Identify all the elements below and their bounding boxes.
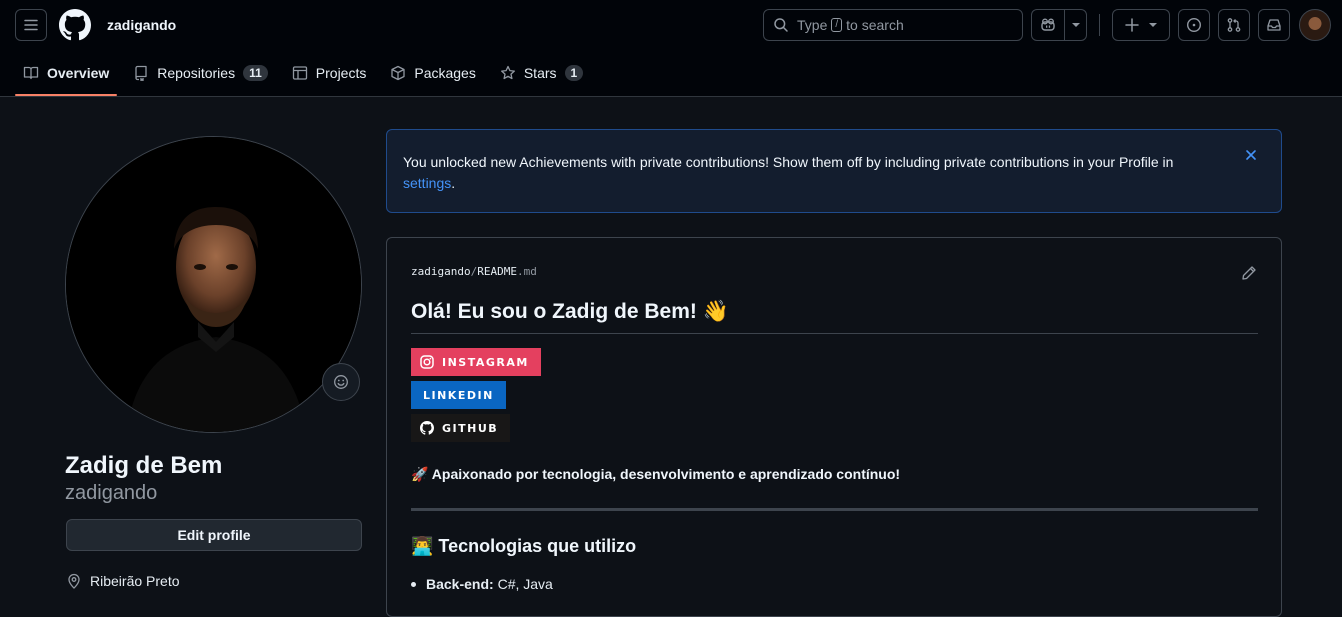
- triangle-down-icon: [1071, 23, 1080, 27]
- hamburger-icon: [24, 19, 38, 31]
- github-icon: [420, 421, 434, 435]
- issues-button[interactable]: [1178, 9, 1210, 41]
- bullet: [411, 581, 416, 587]
- package-icon: [391, 65, 406, 81]
- git-pull-request-icon: [1227, 18, 1241, 32]
- banner-period: .: [451, 175, 456, 191]
- menu-button[interactable]: [15, 9, 47, 41]
- create-new-button[interactable]: [1112, 9, 1170, 41]
- close-icon: [1246, 150, 1256, 160]
- tab-label: Overview: [47, 65, 110, 81]
- tab-label: Packages: [414, 65, 476, 81]
- banner-message: You unlocked new Achievements with priva…: [403, 152, 1203, 194]
- linkedin-badge[interactable]: LINKEDIN: [411, 381, 506, 409]
- location-icon: [68, 573, 80, 589]
- copilot-icon: [1041, 18, 1055, 31]
- search-icon: [774, 18, 788, 32]
- repositories-count: 11: [243, 65, 268, 81]
- copilot-button[interactable]: [1032, 10, 1065, 40]
- triangle-down-icon: [1149, 23, 1157, 27]
- achievements-banner: You unlocked new Achievements with priva…: [386, 129, 1282, 213]
- context-username[interactable]: zadigando: [107, 17, 176, 33]
- settings-link[interactable]: settings: [403, 175, 451, 191]
- issue-opened-icon: [1186, 17, 1202, 33]
- github-badge[interactable]: GITHUB: [411, 414, 511, 442]
- pencil-icon: [1242, 266, 1256, 280]
- divider: [411, 508, 1258, 511]
- list-item-value: C#, Java: [497, 576, 553, 592]
- profile-avatar[interactable]: [65, 136, 362, 433]
- tab-overview[interactable]: Overview: [15, 58, 118, 96]
- inbox-button[interactable]: [1258, 9, 1290, 41]
- dismiss-banner-button[interactable]: [1245, 149, 1257, 161]
- set-status-button[interactable]: [322, 363, 360, 401]
- pull-requests-button[interactable]: [1218, 9, 1250, 41]
- table-icon: [292, 66, 307, 80]
- edit-profile-button[interactable]: Edit profile: [66, 519, 362, 551]
- tab-label: Stars: [523, 65, 557, 81]
- tab-repositories[interactable]: Repositories 11: [125, 58, 276, 88]
- profile-readme: zadigando/README.md Olá! Eu sou o Zadig …: [386, 237, 1282, 617]
- search-placeholder-prefix: Type: [797, 17, 828, 33]
- repo-icon: [135, 65, 147, 81]
- book-icon: [23, 66, 39, 80]
- badge-label: GITHUB: [442, 421, 499, 435]
- stars-count: 1: [564, 65, 584, 81]
- badge-label: LINKEDIN: [423, 388, 494, 402]
- smiley-icon: [334, 375, 348, 389]
- divider: [1099, 14, 1100, 36]
- global-header: zadigando Type / to search Overview Repo…: [0, 0, 1342, 97]
- badge-label: INSTAGRAM: [442, 355, 529, 369]
- list-item-label: Back-end:: [426, 576, 494, 592]
- user-avatar-button[interactable]: [1299, 9, 1331, 41]
- location-text: Ribeirão Preto: [90, 573, 180, 589]
- tab-stars[interactable]: Stars 1: [492, 58, 591, 88]
- readme-tagline: 🚀 Apaixonado por tecnologia, desenvolvim…: [411, 466, 901, 482]
- readme-file-ext: .md: [516, 265, 537, 278]
- tab-label: Projects: [315, 65, 367, 81]
- instagram-icon: [420, 355, 434, 369]
- tech-heading: 👨‍💻 Tecnologias que utilizo: [411, 536, 637, 556]
- plus-icon: [1125, 18, 1139, 32]
- readme-heading: Olá! Eu sou o Zadig de Bem! 👋: [411, 300, 1258, 334]
- tab-label: Repositories: [157, 65, 236, 81]
- tab-projects[interactable]: Projects: [284, 58, 375, 88]
- profile-location: Ribeirão Preto: [66, 573, 180, 589]
- list-item: Back-end: C#, Java: [411, 576, 553, 592]
- inbox-icon: [1267, 19, 1281, 31]
- search-shortcut-key: /: [831, 18, 843, 32]
- readme-owner[interactable]: zadigando: [411, 265, 471, 278]
- banner-text: You unlocked new Achievements with priva…: [403, 154, 1174, 170]
- profile-login: zadigando: [65, 482, 158, 504]
- search-placeholder-suffix: to search: [846, 17, 904, 33]
- profile-full-name: Zadig de Bem: [65, 452, 223, 479]
- copilot-dropdown[interactable]: [1065, 10, 1086, 40]
- edit-readme-button[interactable]: [1241, 265, 1257, 281]
- readme-path: zadigando/README.md: [411, 265, 537, 278]
- github-logo-icon[interactable]: [59, 9, 91, 41]
- search-input[interactable]: Type / to search: [763, 9, 1023, 41]
- tab-packages[interactable]: Packages: [382, 58, 483, 88]
- readme-file-name[interactable]: README: [477, 265, 517, 278]
- copilot-button-group: [1031, 9, 1087, 41]
- star-icon: [500, 65, 515, 80]
- profile-tabs: Overview Repositories 11 Projects Packag…: [15, 58, 599, 96]
- instagram-badge[interactable]: INSTAGRAM: [411, 348, 541, 376]
